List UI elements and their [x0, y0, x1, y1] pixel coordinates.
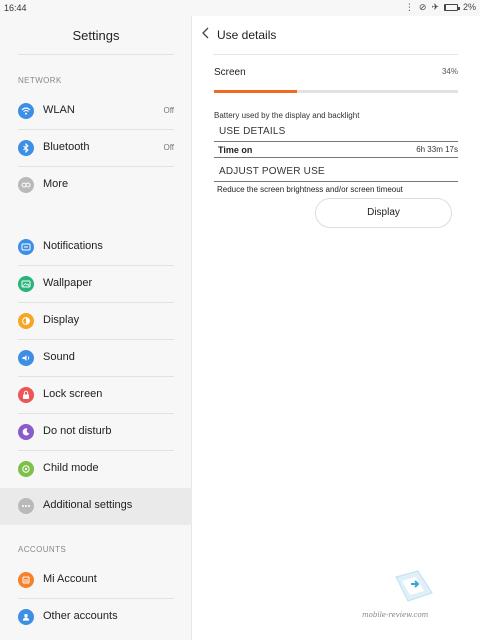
sidebar-item-label: Wallpaper [43, 277, 93, 289]
wlan-status: Off [163, 106, 174, 115]
usage-progress-bar [214, 90, 458, 93]
sound-icon [18, 350, 34, 366]
sidebar-item-label: Bluetooth [43, 141, 90, 153]
sidebar-item-wallpaper[interactable]: Wallpaper [0, 266, 192, 303]
section-accounts: ACCOUNTS [18, 545, 67, 554]
child-mode-icon [18, 461, 34, 477]
status-time: 16:44 [4, 3, 27, 13]
usage-percent: 34% [441, 67, 458, 76]
title-divider [213, 54, 458, 55]
sidebar-item-label: Additional settings [43, 499, 133, 511]
sidebar-item-label: WLAN [43, 104, 75, 116]
sidebar-item-label: Notifications [43, 240, 103, 252]
time-on-value: 6h 33m 17s [416, 145, 458, 154]
sidebar-item-wlan[interactable]: WLAN Off [0, 93, 192, 130]
battery-icon [443, 4, 460, 11]
sidebar-item-label: Mi Account [43, 573, 97, 585]
bluetooth-icon [18, 140, 34, 156]
accounts-icon [18, 609, 34, 625]
sidebar-item-additional-settings[interactable]: Additional settings [0, 488, 192, 525]
airplane-icon: ✈ [431, 2, 439, 12]
status-bar: 16:44 ⋮ ⊘ ✈ 2% [0, 0, 480, 16]
sidebar-item-child-mode[interactable]: Child mode [0, 451, 192, 488]
sidebar-item-more[interactable]: More [0, 167, 192, 204]
bluetooth-status: Off [163, 143, 174, 152]
adjust-power-heading: ADJUST POWER USE [219, 166, 325, 177]
display-icon [18, 313, 34, 329]
sidebar-item-label: Other accounts [43, 610, 118, 622]
sidebar-item-bluetooth[interactable]: Bluetooth Off [0, 130, 192, 167]
more-icon [18, 177, 34, 193]
title-divider [18, 54, 174, 55]
signal-dots-icon: ⋮ [404, 2, 414, 12]
adjust-hint: Reduce the screen brightness and/or scre… [217, 185, 403, 194]
use-details-pane: Use details Screen 34% Battery used by t… [193, 16, 480, 640]
page-title: Use details [217, 28, 277, 42]
sidebar-item-label: Sound [43, 351, 75, 363]
sidebar-item-do-not-disturb[interactable]: Do not disturb [0, 414, 192, 451]
no-sim-icon: ⊘ [418, 2, 427, 12]
sidebar-item-label: More [43, 178, 69, 190]
additional-settings-icon [18, 498, 34, 514]
usage-progress-fill [214, 90, 297, 93]
sidebar-item-label: Lock screen [43, 388, 103, 400]
usage-description: Battery used by the display and backligh… [214, 111, 360, 120]
sidebar-item-label: Child mode [43, 462, 99, 474]
watermark-text: mobile-review.com [362, 611, 429, 619]
sidebar-item-label: Display [43, 314, 80, 326]
use-details-heading: USE DETAILS [219, 126, 286, 137]
battery-percent: 2% [462, 2, 476, 12]
sidebar-item-mi-account[interactable]: Mi Account [0, 562, 192, 599]
section-network: NETWORK [18, 76, 62, 85]
wifi-icon [18, 103, 34, 119]
sidebar-item-other-accounts[interactable]: Other accounts [0, 599, 192, 636]
sidebar-item-lock-screen[interactable]: Lock screen [0, 377, 192, 414]
settings-sidebar: Settings NETWORK WLAN Off Bluetooth Off … [0, 16, 192, 640]
moon-icon [18, 424, 34, 440]
mi-account-icon [18, 572, 34, 588]
sidebar-item-display[interactable]: Display [0, 303, 192, 340]
status-icons: ⋮ ⊘ ✈ 2% [405, 2, 476, 13]
display-button[interactable]: Display [315, 198, 452, 228]
heading-underline [214, 141, 458, 142]
back-arrow-icon[interactable] [199, 26, 213, 40]
heading-underline [214, 181, 458, 182]
wallpaper-icon [18, 276, 34, 292]
sidebar-item-notifications[interactable]: Notifications [0, 229, 192, 266]
settings-title: Settings [72, 28, 120, 43]
sidebar-item-label: Do not disturb [43, 425, 112, 437]
row-underline [214, 157, 458, 158]
usage-item-label: Screen [214, 67, 246, 78]
time-on-label: Time on [218, 145, 253, 155]
sidebar-item-sound[interactable]: Sound [0, 340, 192, 377]
lock-icon [18, 387, 34, 403]
notifications-icon [18, 239, 34, 255]
